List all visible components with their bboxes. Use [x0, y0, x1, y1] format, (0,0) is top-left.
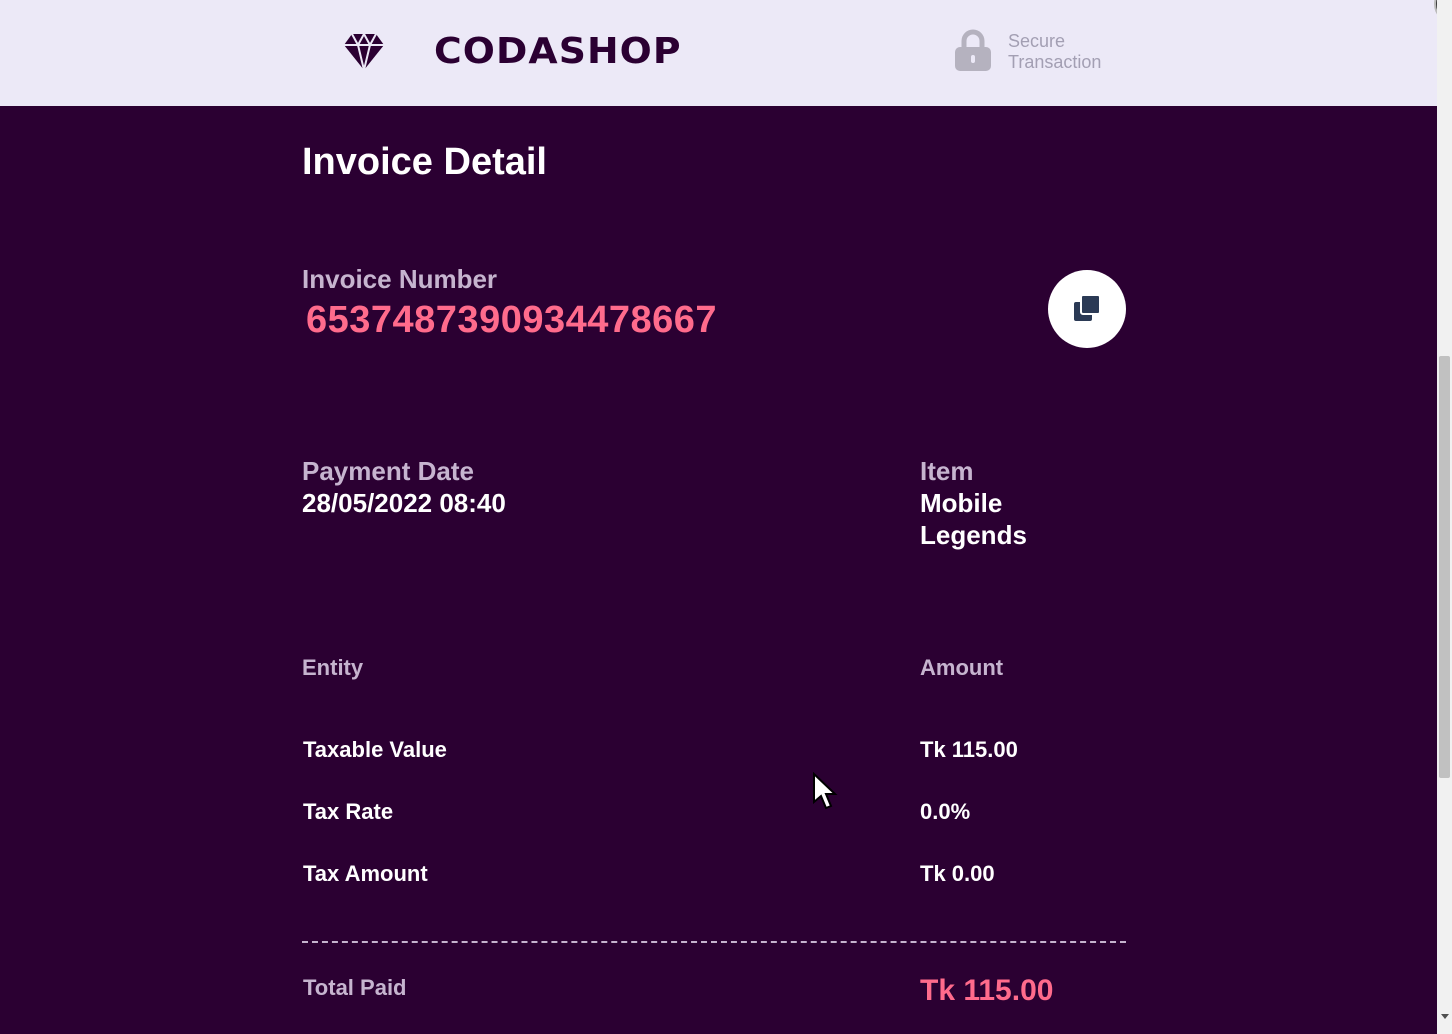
page-title: Invoice Detail — [302, 141, 547, 183]
item-value: Mobile Legends — [920, 487, 1027, 551]
row-entity: Taxable Value — [303, 737, 447, 762]
invoice-number-label: Invoice Number — [302, 264, 498, 294]
scroll-down-arrow-icon[interactable] — [1441, 1014, 1449, 1019]
amount-column-header: Amount — [920, 655, 1004, 680]
row-entity: Tax Amount — [303, 861, 428, 886]
payment-date-label: Payment Date — [302, 456, 474, 486]
lock-icon — [955, 29, 991, 71]
codashop-logo[interactable]: CODASHOP — [434, 30, 682, 74]
item-value-line-1: Mobile — [920, 488, 1003, 518]
row-amount: Tk 115.00 — [920, 737, 1018, 762]
payment-date-value: 28/05/2022 08:40 — [302, 488, 506, 518]
scrollbar-thumb[interactable] — [1439, 356, 1450, 778]
copy-button[interactable] — [1048, 270, 1126, 348]
diamond-gem-icon — [344, 32, 384, 70]
top-header: CODASHOP Secure Transaction — [0, 0, 1437, 106]
invoice-number-value: 6537487390934478667 — [306, 299, 718, 341]
total-paid-label: Total Paid — [303, 975, 407, 1000]
secure-transaction-text: Secure Transaction — [1008, 31, 1148, 73]
entity-column-header: Entity — [302, 655, 364, 680]
copy-icon — [1074, 294, 1101, 321]
secure-line-2: Transaction — [1008, 52, 1102, 72]
row-amount: 0.0% — [920, 799, 971, 824]
row-entity: Tax Rate — [303, 799, 394, 824]
item-label: Item — [920, 456, 974, 486]
row-amount: Tk 0.00 — [920, 861, 995, 886]
dashed-divider — [302, 941, 1126, 943]
mouse-cursor-icon — [813, 772, 838, 810]
item-value-line-2: Legends — [920, 520, 1027, 550]
total-paid-value: Tk 115.00 — [920, 974, 1054, 1007]
secure-line-1: Secure — [1008, 31, 1066, 51]
